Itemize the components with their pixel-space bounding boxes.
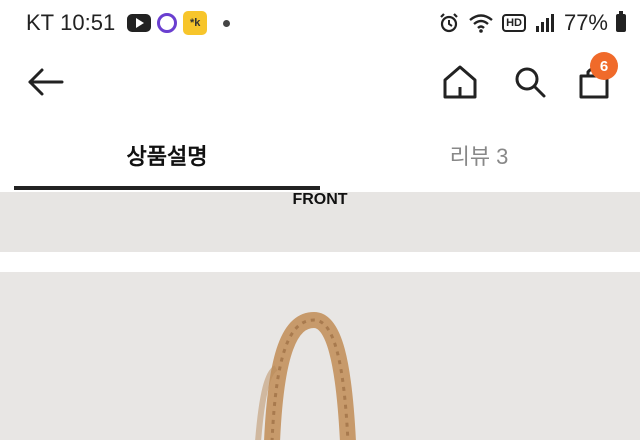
front-image-section: FRONT	[0, 192, 640, 252]
more-notifications-dot-icon	[223, 19, 231, 27]
product-image	[0, 272, 640, 440]
search-icon	[515, 67, 546, 98]
tab-product-description[interactable]: 상품설명	[14, 126, 320, 184]
search-button[interactable]	[508, 60, 552, 104]
wifi-icon	[469, 14, 493, 33]
arrow-left-icon	[28, 68, 64, 96]
status-left: KT 10:51 *k	[26, 10, 231, 36]
front-label: FRONT	[292, 191, 348, 208]
battery-icon	[616, 11, 626, 32]
active-tab-indicator	[14, 186, 320, 190]
kakao-app-icon: *k	[183, 11, 208, 35]
home-button[interactable]	[438, 60, 482, 104]
clock: 10:51	[60, 10, 116, 35]
signal-icon	[535, 14, 554, 32]
tab-bar: 상품설명 리뷰 3	[0, 126, 640, 192]
status-bar: KT 10:51 *k HD 77%	[0, 0, 640, 50]
alarm-icon	[440, 13, 458, 33]
youtube-icon	[127, 14, 152, 32]
cart-count-badge: 6	[590, 52, 618, 80]
hd-voice-icon: HD	[502, 14, 526, 32]
status-right: HD 77%	[438, 10, 626, 36]
battery-percent: 77%	[563, 10, 608, 35]
top-nav	[0, 50, 640, 112]
tab-reviews[interactable]: 리뷰 3	[326, 126, 632, 184]
straw-bag-handle-image	[255, 311, 356, 440]
back-button[interactable]	[24, 60, 68, 104]
ring-app-icon	[157, 13, 178, 33]
section-divider	[0, 252, 640, 272]
home-icon	[443, 65, 477, 99]
carrier-label: KT	[26, 10, 55, 35]
